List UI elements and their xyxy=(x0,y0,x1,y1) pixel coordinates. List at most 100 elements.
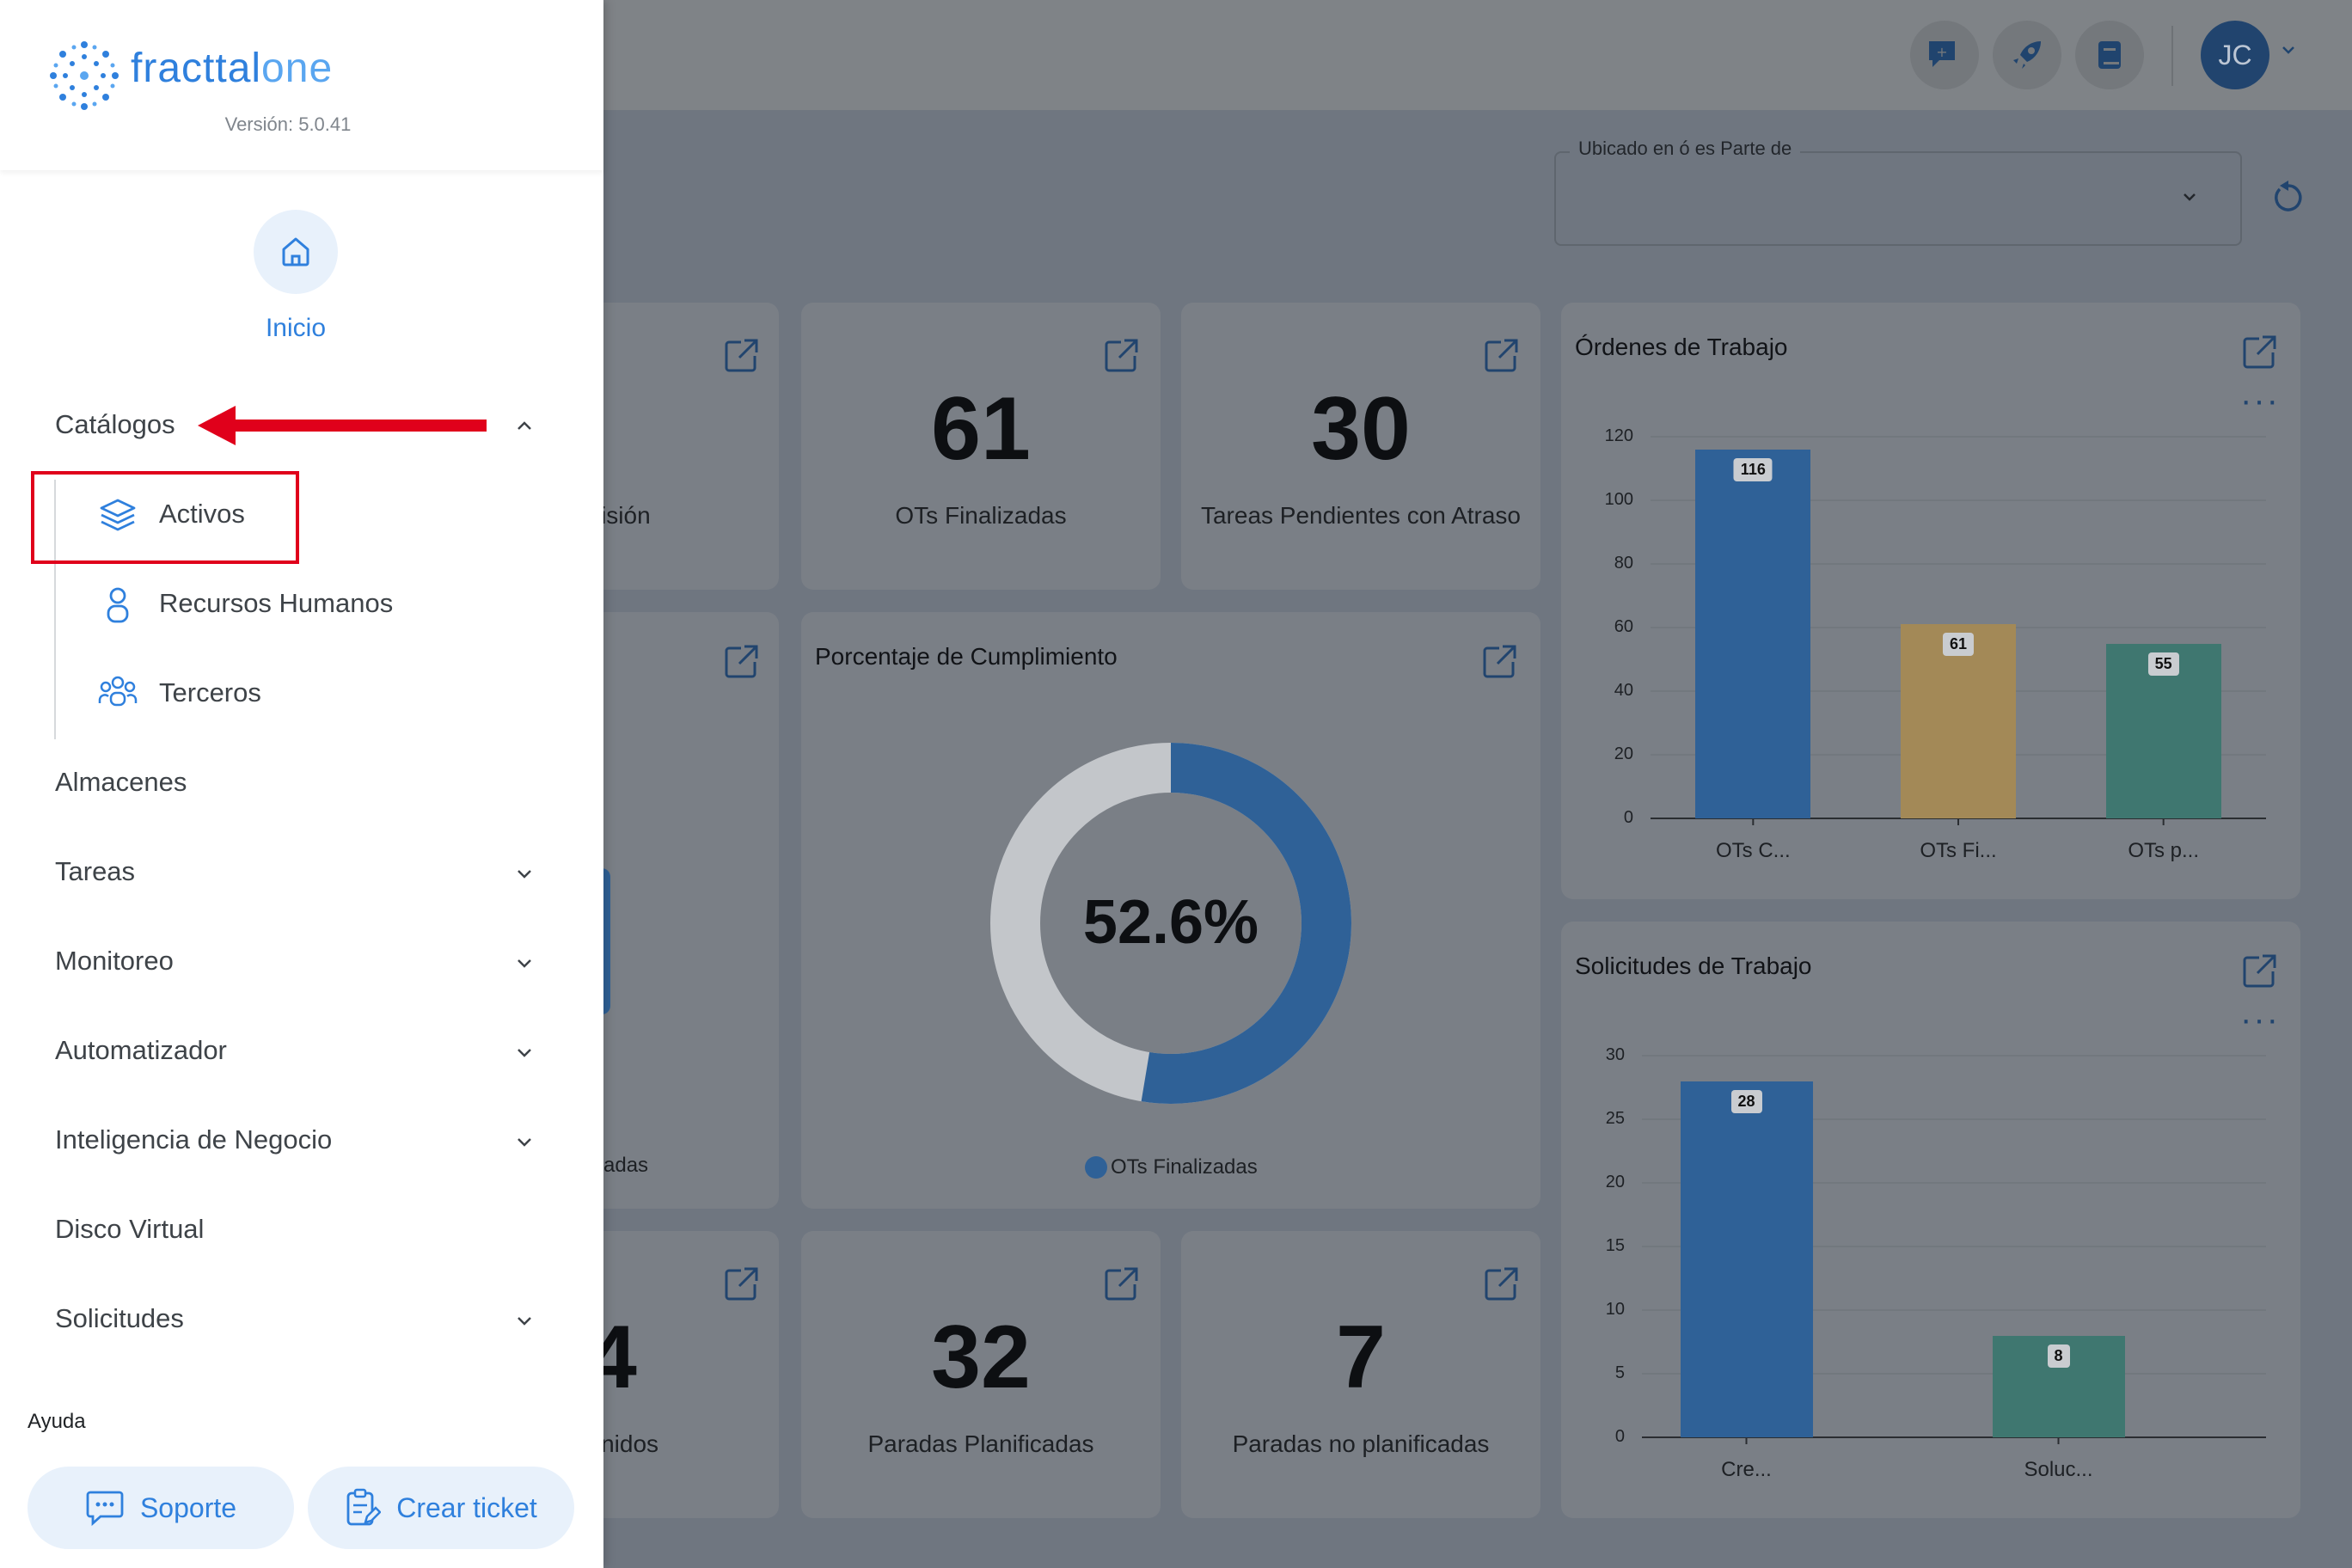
person-icon xyxy=(107,587,129,623)
kpi-value: 30 xyxy=(1311,379,1411,479)
clipboard-edit-icon xyxy=(346,1488,382,1526)
chevron-down-icon[interactable] xyxy=(514,952,535,973)
x-tick-label: Soluc... xyxy=(2024,1458,2093,1481)
y-tick-label: 120 xyxy=(1604,426,1633,445)
kpi-card-paradas-planificadas: 32 Paradas Planificadas xyxy=(801,1231,1161,1518)
kpi-value: 61 xyxy=(931,379,1031,479)
submenu-recursos-humanos[interactable]: Recursos Humanos xyxy=(159,588,393,619)
donut-legend[interactable]: OTs Finalizadas xyxy=(1085,1155,1258,1179)
drawer-header: fracttalone Versión: 5.0.41 xyxy=(0,0,603,170)
menu-inteligencia-negocio[interactable]: Inteligencia de Negocio xyxy=(55,1124,332,1155)
home-label[interactable]: Inicio xyxy=(172,314,420,343)
y-tick-label: 5 xyxy=(1614,1363,1625,1382)
book-icon[interactable] xyxy=(2075,21,2144,89)
rocket-icon[interactable] xyxy=(1993,21,2061,89)
external-link-icon[interactable] xyxy=(1482,1265,1520,1303)
location-filter-select[interactable] xyxy=(1554,151,2242,246)
group-icon xyxy=(98,676,138,707)
y-tick-label: 20 xyxy=(1605,1173,1625,1191)
menu-almacenes[interactable]: Almacenes xyxy=(55,767,187,798)
crear-ticket-button[interactable]: Crear ticket xyxy=(308,1467,574,1549)
bar-data-label: 28 xyxy=(1730,1089,1762,1113)
kpi-label: OTs Finalizadas xyxy=(895,502,1067,529)
y-tick-label: 0 xyxy=(1614,1427,1625,1446)
kpi-value: 7 xyxy=(1336,1308,1386,1407)
y-tick-label: 40 xyxy=(1614,681,1633,700)
y-tick-label: 30 xyxy=(1605,1045,1625,1064)
ordenes-chart-card: Órdenes de Trabajo ··· 0 20 40 60 80 100 120 11… xyxy=(1561,303,2300,899)
annotation-highlight-box xyxy=(31,471,299,564)
legend-swatch xyxy=(1085,1156,1107,1179)
bar-data-label: 8 xyxy=(2047,1344,2070,1368)
x-tick-label: OTs Fi... xyxy=(1920,839,1997,862)
bar[interactable] xyxy=(1680,1081,1813,1437)
topbar-divider xyxy=(2171,26,2173,86)
external-link-icon[interactable] xyxy=(1482,337,1520,375)
bar-data-label: 61 xyxy=(1942,633,1975,657)
y-tick-label: 0 xyxy=(1623,808,1633,827)
location-filter-label: Ubicado en ó es Parte de xyxy=(1570,138,1801,160)
chevron-down-icon[interactable] xyxy=(514,863,535,884)
crear-ticket-label: Crear ticket xyxy=(396,1491,537,1523)
y-tick-label: 10 xyxy=(1605,1300,1625,1319)
y-tick-label: 15 xyxy=(1605,1236,1625,1255)
kpi-card-tareas-atraso: 30 Tareas Pendientes con Atraso xyxy=(1181,303,1540,590)
submenu-terceros[interactable]: Terceros xyxy=(159,677,261,708)
bar[interactable] xyxy=(1695,449,1811,818)
y-tick-label: 60 xyxy=(1614,617,1633,636)
kpi-value: 32 xyxy=(931,1308,1031,1407)
menu-solicitudes[interactable]: Solicitudes xyxy=(55,1303,184,1334)
chevron-up-icon[interactable] xyxy=(514,416,535,437)
chevron-down-icon[interactable] xyxy=(514,1310,535,1331)
kpi-card-paradas-no-planificadas: 7 Paradas no planificadas xyxy=(1181,1231,1540,1518)
menu-catalogos[interactable]: Catálogos xyxy=(55,409,175,440)
kpi-label: Paradas Planificadas xyxy=(867,1430,1094,1457)
kpi-label: Tareas Pendientes con Atraso xyxy=(1200,502,1521,529)
external-link-icon[interactable] xyxy=(722,1265,760,1303)
menu-tareas[interactable]: Tareas xyxy=(55,856,135,887)
y-tick-label: 100 xyxy=(1604,490,1633,509)
chevron-down-icon[interactable] xyxy=(2180,187,2199,211)
menu-automatizador[interactable]: Automatizador xyxy=(55,1035,227,1066)
refresh-icon[interactable] xyxy=(2269,179,2307,221)
soporte-label: Soporte xyxy=(139,1491,237,1523)
y-tick-label: 25 xyxy=(1605,1109,1625,1128)
x-tick-label: OTs p... xyxy=(2128,839,2199,862)
legend-label: OTs Finalizadas xyxy=(1111,1155,1258,1179)
annotation-arrow xyxy=(198,406,487,445)
menu-disco-virtual[interactable]: Disco Virtual xyxy=(55,1214,204,1245)
chat-plus-icon[interactable]: + xyxy=(1910,21,1979,89)
nav-drawer: fracttalone Versión: 5.0.41 Inicio Catál… xyxy=(0,0,603,1568)
svg-text:+: + xyxy=(1936,44,1947,60)
help-label: Ayuda xyxy=(28,1410,86,1433)
kpi-label: Paradas no planificadas xyxy=(1232,1430,1490,1457)
home-button[interactable] xyxy=(254,210,338,294)
external-link-icon[interactable] xyxy=(1102,337,1140,375)
x-tick-label: Cre... xyxy=(1721,1458,1772,1481)
external-link-icon[interactable] xyxy=(722,643,760,681)
fracttal-logo-icon xyxy=(50,41,119,110)
card-title: Porcentaje de Cumplimiento xyxy=(815,643,1118,670)
home-icon xyxy=(282,237,309,266)
external-link-icon[interactable] xyxy=(1102,1265,1140,1303)
external-link-icon[interactable] xyxy=(722,337,760,375)
chevron-down-icon[interactable] xyxy=(514,1131,535,1152)
soporte-button[interactable]: Soporte xyxy=(28,1467,294,1549)
bar-data-label: 116 xyxy=(1733,457,1773,481)
bar-data-label: 55 xyxy=(2147,652,2179,676)
donut-center-value: 52.6% xyxy=(1082,888,1259,957)
app-logo-text: fracttalone xyxy=(131,46,334,91)
cumplimiento-card: Porcentaje de Cumplimiento 52.6% OTs Fin… xyxy=(801,612,1540,1209)
menu-monitoreo[interactable]: Monitoreo xyxy=(55,946,174,977)
y-tick-label: 80 xyxy=(1614,554,1633,573)
user-avatar[interactable]: JC xyxy=(2201,21,2269,89)
external-link-icon[interactable] xyxy=(1480,643,1518,681)
chevron-down-icon[interactable] xyxy=(514,1042,535,1063)
partial-legend-label: adas xyxy=(603,1154,649,1177)
chat-icon xyxy=(86,1491,124,1527)
chevron-down-icon[interactable] xyxy=(2280,41,2297,63)
solicitudes-chart-card: Solicitudes de Trabajo ··· 0 5 10 15 20 25 30 2… xyxy=(1561,922,2300,1518)
x-tick-label: OTs C... xyxy=(1715,839,1791,862)
kpi-card-ots-finalizadas: 61 OTs Finalizadas xyxy=(801,303,1161,590)
app-version: Versión: 5.0.41 xyxy=(224,113,352,135)
